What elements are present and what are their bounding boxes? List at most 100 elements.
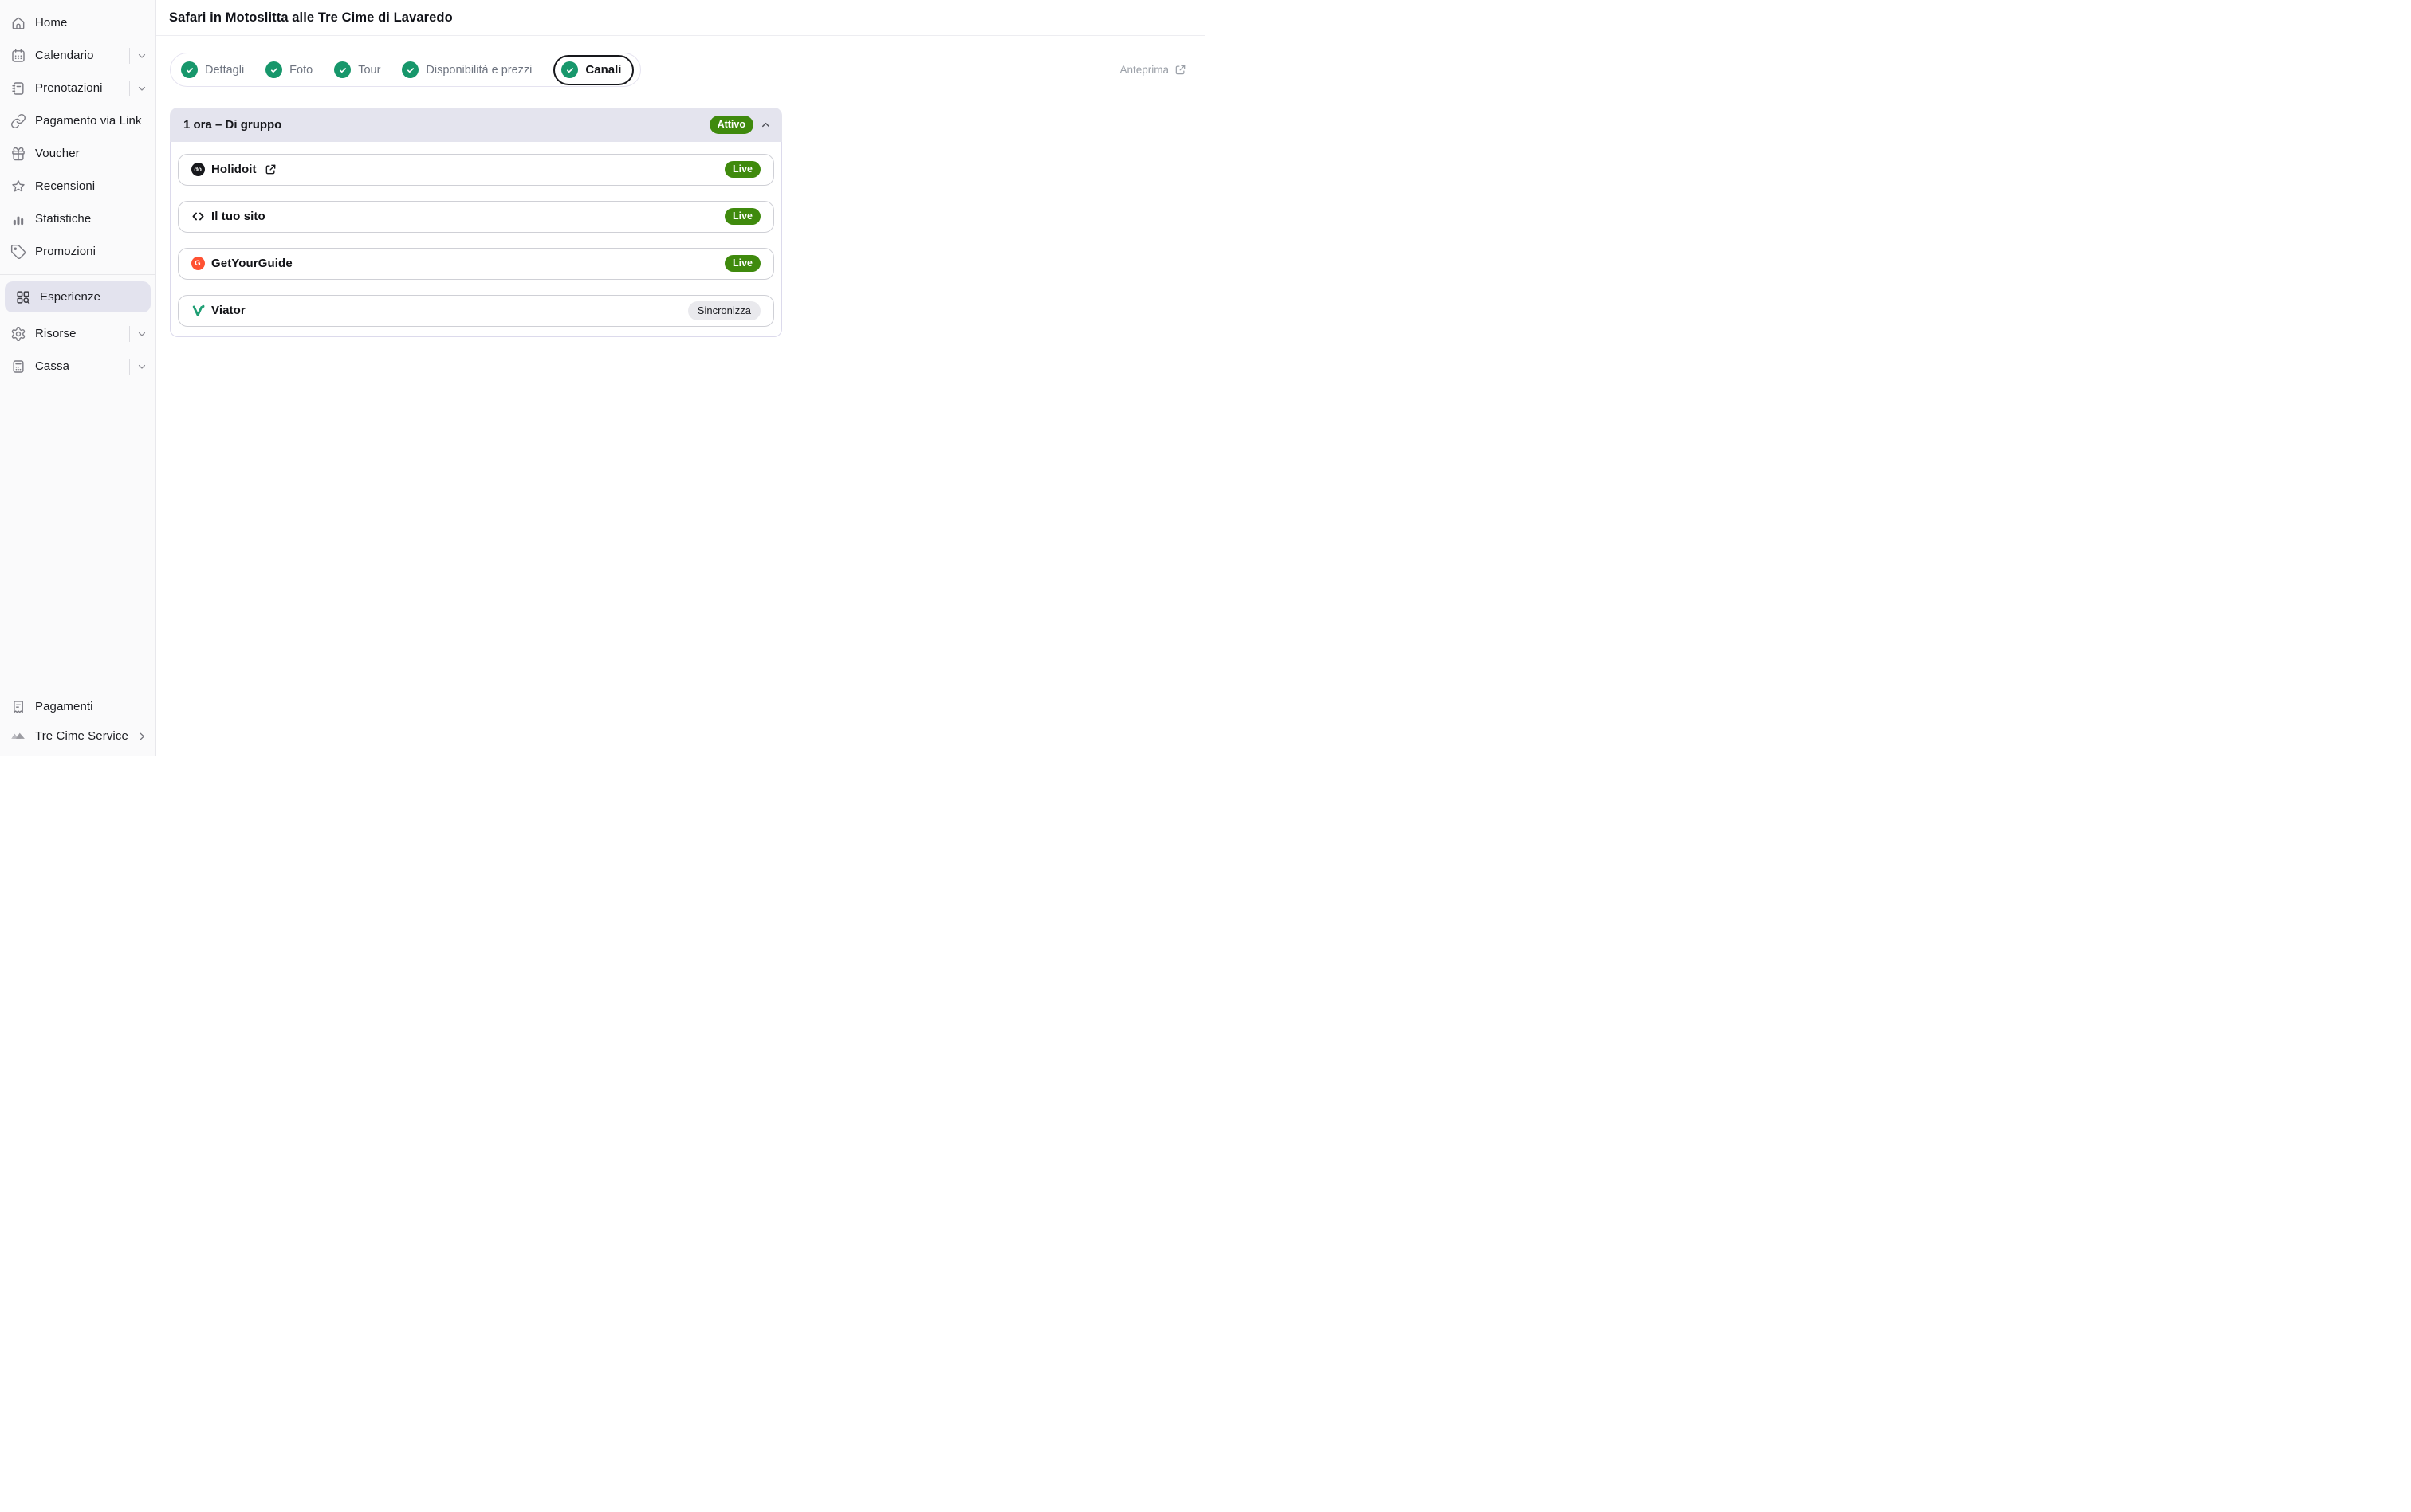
sidebar-item-pagamenti[interactable]: Pagamenti [0,692,155,721]
chevron-right-icon[interactable] [136,731,147,742]
sidebar-footer: Pagamenti Tre Cime Service [0,692,155,751]
channel-info: Il tuo sito [191,210,265,224]
tab-dettagli[interactable]: Dettagli [181,61,244,78]
chevron-down-icon[interactable] [136,50,147,61]
channel-name: Holidoit [211,163,257,176]
check-icon [265,61,282,78]
option-panel: 1 ora – Di gruppo Attivo do Holidoit Liv… [170,108,782,337]
anteprima-label: Anteprima [1119,64,1169,76]
external-link-icon[interactable] [265,163,277,175]
sidebar-item-statistiche[interactable]: Statistiche [0,202,155,235]
holidoit-icon: do [191,163,205,177]
viator-icon [191,304,205,318]
link-icon [10,112,26,129]
sidebar-item-label: Risorse [35,327,77,340]
gift-icon [10,145,26,162]
tag-icon [10,243,26,260]
check-icon [561,61,578,78]
sidebar-item-expander [136,731,147,742]
sidebar-item-cassa[interactable]: Cassa [0,350,155,383]
tab-disponibilita-e-prezzi[interactable]: Disponibilità e prezzi [402,61,532,78]
sidebar-item-expander [129,359,147,375]
channel-row-viator[interactable]: Viator Sincronizza [178,295,774,327]
live-badge: Live [725,161,761,178]
divider [129,359,130,375]
channel-list: do Holidoit Live Il tuo sito Live G [170,142,782,337]
tab-label: Canali [585,63,621,77]
sidebar-item-label: Calendario [35,49,94,62]
option-title: 1 ora – Di gruppo [183,118,281,132]
channel-row-getyourguide[interactable]: G GetYourGuide Live [178,248,774,280]
divider [129,326,130,342]
gear-icon [10,325,26,342]
sidebar-item-tre-cime-service[interactable]: Tre Cime Service [0,721,155,751]
sidebar-item-pagamento-via-link[interactable]: Pagamento via Link [0,104,155,137]
anteprima-link[interactable]: Anteprima [1119,64,1186,76]
sidebar-divider [0,274,155,275]
sidebar-item-recensioni[interactable]: Recensioni [0,170,155,202]
notebook-icon [10,80,26,96]
home-icon [10,14,26,31]
tab-foto[interactable]: Foto [265,61,313,78]
sidebar-item-label: Voucher [35,147,80,160]
page-header: Safari in Motoslitta alle Tre Cime di La… [156,0,1206,36]
check-icon [334,61,351,78]
main-area: Safari in Motoslitta alle Tre Cime di La… [156,0,1206,756]
channel-info: G GetYourGuide [191,257,293,271]
sidebar-item-calendario[interactable]: Calendario [0,39,155,72]
tab-label: Dettagli [205,64,244,77]
channel-row-il-tuo-sito[interactable]: Il tuo sito Live [178,201,774,233]
sidebar-item-expander [129,48,147,64]
sidebar-item-expander [129,326,147,342]
channel-row-holidoit[interactable]: do Holidoit Live [178,154,774,186]
receipt-icon [10,698,26,715]
check-icon [181,61,198,78]
option-panel-header[interactable]: 1 ora – Di gruppo Attivo [170,108,782,142]
sidebar-item-label: Statistiche [35,212,91,226]
sidebar-item-prenotazioni[interactable]: Prenotazioni [0,72,155,104]
sincronizza-button[interactable]: Sincronizza [688,301,761,320]
star-icon [10,178,26,194]
sidebar-item-label: Tre Cime Service [35,729,128,743]
sidebar-item-label: Cassa [35,359,69,373]
sidebar-item-label: Esperienze [40,290,100,304]
status-badge-attivo: Attivo [710,116,753,134]
sidebar-item-label: Pagamenti [35,700,93,713]
bar-chart-icon [10,210,26,227]
live-badge: Live [725,255,761,272]
sidebar-item-label: Pagamento via Link [35,114,142,128]
wizard-tabs: Dettagli Foto Tour Disponibilità e prezz… [170,53,641,87]
tre-cime-service-logo [10,728,26,744]
sidebar-item-label: Recensioni [35,179,95,193]
sidebar-item-home[interactable]: Home [0,6,155,39]
calendar-icon [10,47,26,64]
sidebar-item-risorse[interactable]: Risorse [0,317,155,350]
tab-tour[interactable]: Tour [334,61,380,78]
chevron-down-icon[interactable] [136,83,147,94]
sidebar-item-expander [129,81,147,96]
sidebar-item-label: Prenotazioni [35,81,103,95]
sidebar-item-label: Promozioni [35,245,96,258]
calculator-icon [10,358,26,375]
page-title: Safari in Motoslitta alle Tre Cime di La… [169,10,453,26]
tab-canali[interactable]: Canali [553,55,634,85]
sidebar-item-esperienze[interactable]: Esperienze [5,281,151,312]
channel-info: do Holidoit [191,163,277,177]
chevron-down-icon[interactable] [136,328,147,340]
experiences-grid-search-icon [14,289,31,305]
sidebar-item-voucher[interactable]: Voucher [0,137,155,170]
check-icon [402,61,419,78]
channel-name: Viator [211,304,246,317]
sidebar-item-promozioni[interactable]: Promozioni [0,235,155,268]
channel-info: Viator [191,304,246,318]
chevron-up-icon[interactable] [760,119,772,131]
divider [129,81,130,96]
divider [129,48,130,64]
live-badge: Live [725,208,761,225]
tab-label: Foto [289,64,313,77]
tab-label: Tour [358,64,380,77]
sidebar: Home Calendario Prenotazioni Pagamento v… [0,0,156,756]
chevron-down-icon[interactable] [136,361,147,372]
channel-name: GetYourGuide [211,257,293,270]
code-icon [191,210,205,224]
